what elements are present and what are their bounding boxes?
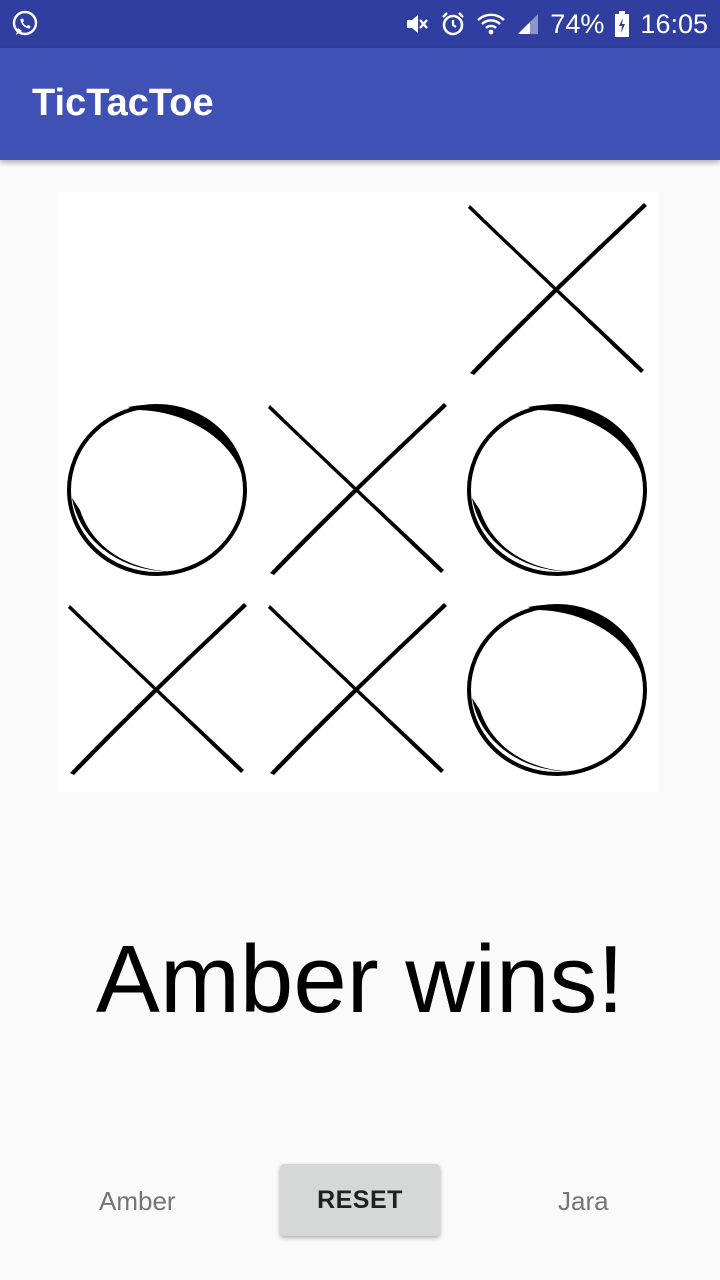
x-mark-icon	[268, 603, 447, 775]
board-cell[interactable]	[258, 592, 458, 792]
player-two-name: Jara	[558, 1186, 609, 1216]
alarm-icon	[440, 11, 466, 37]
board-cell[interactable]	[458, 392, 658, 592]
board-cell[interactable]	[58, 192, 258, 392]
game-board	[58, 192, 658, 792]
board-cell[interactable]	[58, 592, 258, 792]
app-title: TicTacToe	[32, 82, 214, 124]
board-cell[interactable]	[258, 392, 458, 592]
o-mark-icon	[67, 404, 247, 576]
app-bar: TicTacToe	[0, 48, 720, 160]
whatsapp-icon	[10, 9, 40, 39]
signal-icon	[516, 11, 540, 37]
o-mark-icon	[467, 604, 647, 776]
o-mark-icon	[467, 404, 647, 576]
board-cell[interactable]	[458, 592, 658, 792]
board-cell[interactable]	[258, 192, 458, 392]
mute-icon	[404, 11, 430, 37]
clock: 16:05	[640, 8, 708, 39]
x-mark-icon	[68, 603, 247, 775]
x-mark-icon	[268, 403, 447, 575]
battery-percent: 74%	[550, 8, 605, 39]
board-cell[interactable]	[458, 192, 658, 392]
reset-button[interactable]: RESET	[280, 1164, 440, 1236]
winner-message: Amber wins!	[95, 926, 625, 1033]
x-mark-icon	[468, 203, 647, 375]
player-one-name: Amber	[99, 1186, 176, 1216]
status-bar: 74% 16:05	[0, 0, 720, 48]
battery-icon	[614, 10, 630, 38]
wifi-icon	[476, 11, 506, 37]
board-cell[interactable]	[58, 392, 258, 592]
